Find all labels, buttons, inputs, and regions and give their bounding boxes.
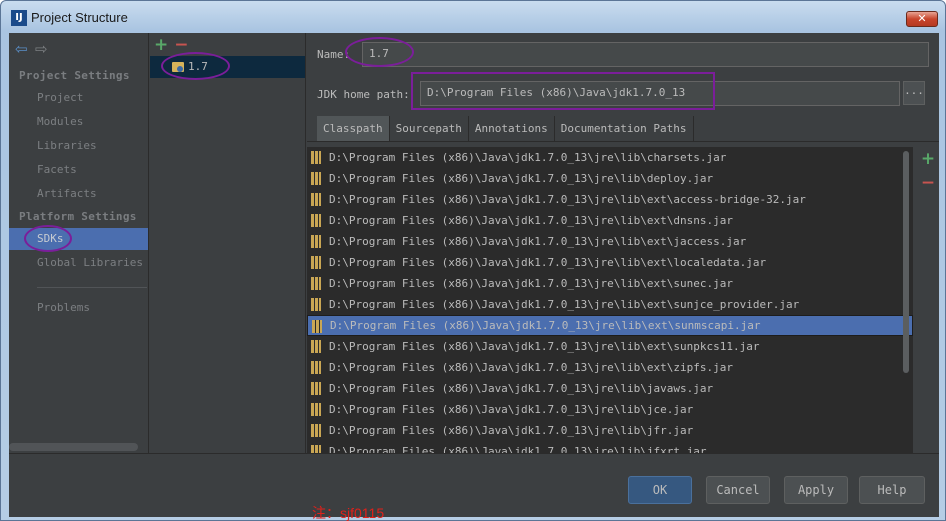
classpath-row[interactable]: D:\Program Files (x86)\Java\jdk1.7.0_13\… xyxy=(307,189,913,210)
annotation-circle-sdk xyxy=(161,52,230,80)
classpath-row[interactable]: D:\Program Files (x86)\Java\jdk1.7.0_13\… xyxy=(307,210,913,231)
tab-classpath[interactable]: Classpath xyxy=(317,116,390,142)
classpath-row[interactable]: D:\Program Files (x86)\Java\jdk1.7.0_13\… xyxy=(307,399,913,420)
author-note: 注：sjf0115 xyxy=(312,505,385,521)
jar-icon xyxy=(311,298,321,311)
jar-icon xyxy=(311,361,321,374)
jar-icon xyxy=(311,256,321,269)
classpath-path: D:\Program Files (x86)\Java\jdk1.7.0_13\… xyxy=(329,424,694,437)
classpath-row[interactable]: D:\Program Files (x86)\Java\jdk1.7.0_13\… xyxy=(307,231,913,252)
platform-settings-header: Platform Settings xyxy=(19,210,137,223)
classpath-row[interactable]: D:\Program Files (x86)\Java\jdk1.7.0_13\… xyxy=(307,168,913,189)
classpath-tabs: Classpath Sourcepath Annotations Documen… xyxy=(317,116,694,142)
ok-button[interactable]: OK xyxy=(628,476,692,504)
jar-icon xyxy=(311,403,321,416)
jar-icon xyxy=(311,193,321,206)
title-bar[interactable]: IJ Project Structure ✕ xyxy=(1,1,945,35)
intellij-app-icon: IJ xyxy=(11,10,27,26)
jar-icon xyxy=(311,235,321,248)
classpath-path: D:\Program Files (x86)\Java\jdk1.7.0_13\… xyxy=(329,277,733,290)
classpath-toolbar: + − xyxy=(917,147,939,195)
plus-icon[interactable]: + xyxy=(154,35,168,55)
classpath-path: D:\Program Files (x86)\Java\jdk1.7.0_13\… xyxy=(329,235,747,248)
arrow-right-icon[interactable]: ⇨ xyxy=(35,40,55,58)
classpath-path: D:\Program Files (x86)\Java\jdk1.7.0_13\… xyxy=(329,403,694,416)
classpath-list: D:\Program Files (x86)\Java\jdk1.7.0_13\… xyxy=(307,147,913,453)
jar-icon xyxy=(311,214,321,227)
help-button[interactable]: Help xyxy=(859,476,925,504)
window-title: Project Structure xyxy=(31,10,128,25)
classpath-path: D:\Program Files (x86)\Java\jdk1.7.0_13\… xyxy=(329,340,760,353)
classpath-row[interactable]: D:\Program Files (x86)\Java\jdk1.7.0_13\… xyxy=(307,273,913,294)
arrow-left-icon[interactable]: ⇦ xyxy=(15,40,35,58)
nav-horizontal-scrollbar[interactable] xyxy=(9,443,138,451)
close-button[interactable]: ✕ xyxy=(906,11,938,27)
jar-icon xyxy=(311,172,321,185)
close-icon: ✕ xyxy=(917,12,927,25)
apply-button[interactable]: Apply xyxy=(784,476,848,504)
classpath-path: D:\Program Files (x86)\Java\jdk1.7.0_13\… xyxy=(330,319,761,332)
jdk-home-path-label: JDK home path: xyxy=(317,88,410,101)
classpath-row[interactable]: D:\Program Files (x86)\Java\jdk1.7.0_13\… xyxy=(307,294,913,315)
sdk-list-panel: + − 1.7 xyxy=(150,33,306,453)
nav-divider xyxy=(37,287,147,288)
nav-item-modules[interactable]: Modules xyxy=(9,111,148,133)
classpath-path: D:\Program Files (x86)\Java\jdk1.7.0_13\… xyxy=(329,382,714,395)
jar-icon xyxy=(311,151,321,164)
classpath-path: D:\Program Files (x86)\Java\jdk1.7.0_13\… xyxy=(329,256,767,269)
jar-icon xyxy=(311,277,321,290)
jar-icon xyxy=(311,382,321,395)
name-field[interactable]: 1.7 xyxy=(362,42,929,67)
classpath-path: D:\Program Files (x86)\Java\jdk1.7.0_13\… xyxy=(329,151,727,164)
classpath-row[interactable]: D:\Program Files (x86)\Java\jdk1.7.0_13\… xyxy=(307,147,913,168)
nav-item-libraries[interactable]: Libraries xyxy=(9,135,148,157)
browse-button[interactable]: ... xyxy=(903,81,925,105)
annotation-box-jdk-path xyxy=(411,72,715,110)
tab-sourcepath[interactable]: Sourcepath xyxy=(389,116,469,142)
jar-icon xyxy=(311,424,321,437)
classpath-path: D:\Program Files (x86)\Java\jdk1.7.0_13\… xyxy=(329,298,800,311)
jar-icon xyxy=(311,445,321,453)
classpath-row[interactable]: D:\Program Files (x86)\Java\jdk1.7.0_13\… xyxy=(307,378,913,399)
cancel-button[interactable]: Cancel xyxy=(706,476,770,504)
tab-documentation-paths[interactable]: Documentation Paths xyxy=(554,116,694,142)
classpath-row[interactable]: D:\Program Files (x86)\Java\jdk1.7.0_13\… xyxy=(307,336,913,357)
classpath-path: D:\Program Files (x86)\Java\jdk1.7.0_13\… xyxy=(329,445,707,453)
nav-item-facets[interactable]: Facets xyxy=(9,159,148,181)
classpath-row[interactable]: D:\Program Files (x86)\Java\jdk1.7.0_13\… xyxy=(307,315,913,336)
nav-item-artifacts[interactable]: Artifacts xyxy=(9,183,148,205)
jar-icon xyxy=(312,320,322,333)
classpath-row[interactable]: D:\Program Files (x86)\Java\jdk1.7.0_13\… xyxy=(307,357,913,378)
classpath-row[interactable]: D:\Program Files (x86)\Java\jdk1.7.0_13\… xyxy=(307,420,913,441)
nav-item-global-libraries[interactable]: Global Libraries xyxy=(9,252,148,274)
tabs-divider xyxy=(307,141,939,142)
project-settings-header: Project Settings xyxy=(19,69,130,82)
minus-icon[interactable]: − xyxy=(917,171,939,195)
nav-arrows: ⇦ ⇨ xyxy=(15,39,55,58)
nav-item-problems[interactable]: Problems xyxy=(9,297,148,319)
plus-icon[interactable]: + xyxy=(917,147,939,171)
annotation-circle-sdks xyxy=(24,225,72,252)
classpath-path: D:\Program Files (x86)\Java\jdk1.7.0_13\… xyxy=(329,214,733,227)
classpath-row[interactable]: D:\Program Files (x86)\Java\jdk1.7.0_13\… xyxy=(307,252,913,273)
classpath-scrollbar[interactable] xyxy=(903,151,909,373)
nav-item-project[interactable]: Project xyxy=(9,87,148,109)
jar-icon xyxy=(311,340,321,353)
classpath-path: D:\Program Files (x86)\Java\jdk1.7.0_13\… xyxy=(329,172,714,185)
annotation-circle-name xyxy=(345,37,414,67)
classpath-path: D:\Program Files (x86)\Java\jdk1.7.0_13\… xyxy=(329,193,806,206)
classpath-path: D:\Program Files (x86)\Java\jdk1.7.0_13\… xyxy=(329,361,733,374)
tab-annotations[interactable]: Annotations xyxy=(468,116,555,142)
classpath-row[interactable]: D:\Program Files (x86)\Java\jdk1.7.0_13\… xyxy=(307,441,913,453)
dialog-footer: OK Cancel Apply Help xyxy=(9,453,939,517)
